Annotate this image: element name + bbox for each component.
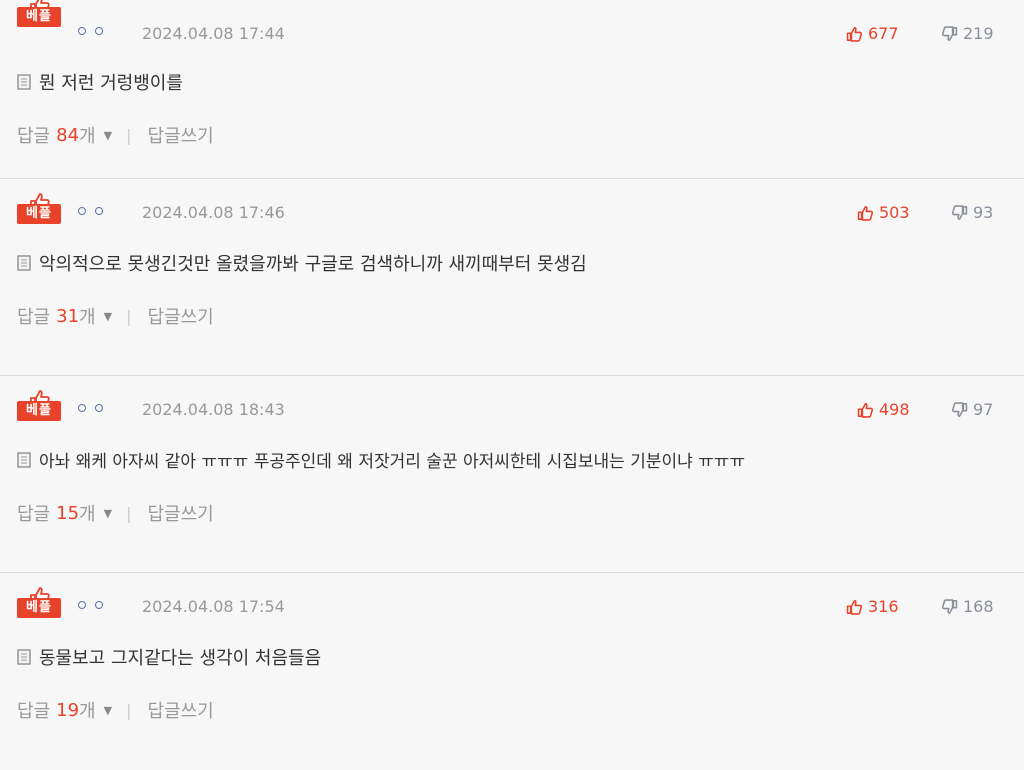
- reply-unit: 개: [79, 701, 96, 722]
- author-circle: [78, 27, 86, 35]
- like-button[interactable]: 503: [857, 203, 910, 222]
- author-circles-icon[interactable]: [78, 404, 103, 412]
- comment-body: 악의적으로 못생긴것만 올렸을까봐 구글로 검색하니까 새끼때부터 못생김: [17, 250, 587, 276]
- comment-body: 동물보고 그지같다는 생각이 처음들음: [17, 644, 321, 670]
- like-count: 503: [879, 203, 910, 222]
- comment-item: 베플 2024.04.08 18:43 498 97 아놔 왜케 아자씨 같아 …: [0, 376, 1024, 573]
- reply-count: 15: [56, 502, 80, 524]
- best-badge: 베플: [17, 401, 61, 421]
- caret-down-icon: ▼: [103, 506, 113, 520]
- like-icon: [857, 402, 874, 418]
- dislike-icon: [951, 401, 968, 417]
- reply-toggle[interactable]: 답글 15 개 ▼: [17, 500, 112, 526]
- dislike-icon: [951, 204, 968, 220]
- write-reply-link[interactable]: 답글쓰기: [147, 500, 213, 526]
- like-button[interactable]: 316: [846, 597, 899, 616]
- comment-date: 2024.04.08 17:44: [142, 24, 285, 43]
- comment-body: 아놔 왜케 아자씨 같아 ㅠㅠㅠ 푸공주인데 왜 저잣거리 술꾼 아저씨한테 시…: [17, 447, 745, 472]
- separator: |: [126, 306, 132, 326]
- author-circle: [95, 207, 103, 215]
- comment-text: 뭔 저런 거렁뱅이를: [39, 73, 183, 94]
- author-circle: [78, 404, 86, 412]
- reply-label: 답글: [17, 701, 51, 722]
- reply-bar: 답글 15 개 ▼ | 답글쓰기: [17, 500, 214, 526]
- author-circles-icon[interactable]: [78, 601, 103, 609]
- separator: |: [126, 125, 132, 145]
- write-reply-link[interactable]: 답글쓰기: [147, 697, 213, 723]
- comment-date: 2024.04.08 17:54: [142, 597, 285, 616]
- best-badge-group: 베플: [17, 390, 61, 422]
- best-badge: 베플: [17, 598, 61, 618]
- dislike-icon: [941, 598, 958, 614]
- reply-count: 84: [56, 124, 80, 146]
- caret-down-icon: ▼: [103, 309, 113, 323]
- dislike-count: 168: [963, 597, 994, 616]
- dislike-icon: [941, 25, 958, 41]
- author-circle: [78, 207, 86, 215]
- author-circles-icon[interactable]: [78, 207, 103, 215]
- memo-icon: [17, 255, 31, 271]
- dislike-button[interactable]: 168: [941, 597, 994, 616]
- reply-bar: 답글 31 개 ▼ | 답글쓰기: [17, 303, 214, 329]
- memo-icon: [17, 649, 31, 665]
- memo-icon: [17, 74, 31, 90]
- like-icon: [846, 26, 863, 42]
- write-reply-link[interactable]: 답글쓰기: [147, 122, 213, 148]
- reply-label: 답글: [17, 307, 51, 328]
- comment-date: 2024.04.08 17:46: [142, 203, 285, 222]
- like-button[interactable]: 498: [857, 400, 910, 419]
- like-count: 316: [868, 597, 899, 616]
- reply-toggle[interactable]: 답글 84 개 ▼: [17, 122, 112, 148]
- reply-count: 31: [56, 305, 80, 327]
- separator: |: [126, 700, 132, 720]
- comment-text: 동물보고 그지같다는 생각이 처음들음: [39, 648, 322, 669]
- dislike-count: 97: [973, 400, 994, 419]
- caret-down-icon: ▼: [103, 128, 113, 142]
- best-badge-group: 베플: [17, 587, 61, 619]
- comment-text: 악의적으로 못생긴것만 올렸을까봐 구글로 검색하니까 새끼때부터 못생김: [39, 254, 587, 275]
- dislike-count: 93: [973, 203, 994, 222]
- reply-unit: 개: [79, 504, 96, 525]
- best-badge: 베플: [17, 204, 61, 224]
- comment-list: 베플 2024.04.08 17:44 677 219 뭔 저런 거렁뱅이를 답…: [0, 0, 1024, 770]
- reply-toggle[interactable]: 답글 31 개 ▼: [17, 303, 112, 329]
- like-icon: [846, 599, 863, 615]
- write-reply-link[interactable]: 답글쓰기: [147, 303, 213, 329]
- dislike-button[interactable]: 93: [951, 203, 993, 222]
- best-badge-group: 베플: [17, 193, 61, 225]
- author-circle: [95, 404, 103, 412]
- reply-count: 19: [56, 699, 80, 721]
- like-icon: [857, 205, 874, 221]
- like-button[interactable]: 677: [846, 24, 899, 43]
- dislike-button[interactable]: 219: [941, 24, 994, 43]
- memo-icon: [17, 451, 31, 468]
- best-badge: 베플: [17, 7, 61, 27]
- comment-date: 2024.04.08 18:43: [142, 400, 285, 419]
- comment-item: 베플 2024.04.08 17:46 503 93 악의적으로 못생긴것만 올…: [0, 179, 1024, 376]
- reply-label: 답글: [17, 126, 51, 147]
- reply-unit: 개: [79, 126, 96, 147]
- reply-bar: 답글 84 개 ▼ | 답글쓰기: [17, 122, 214, 148]
- dislike-count: 219: [963, 24, 994, 43]
- dislike-button[interactable]: 97: [951, 400, 993, 419]
- reply-label: 답글: [17, 504, 51, 525]
- caret-down-icon: ▼: [103, 703, 113, 717]
- best-badge-group: 베플: [17, 0, 61, 28]
- reply-bar: 답글 19 개 ▼ | 답글쓰기: [17, 697, 214, 723]
- comment-item: 베플 2024.04.08 17:54 316 168 동물보고 그지같다는 생…: [0, 573, 1024, 770]
- author-circle: [95, 601, 103, 609]
- comment-item: 베플 2024.04.08 17:44 677 219 뭔 저런 거렁뱅이를 답…: [0, 0, 1024, 179]
- comment-body: 뭔 저런 거렁뱅이를: [17, 69, 183, 95]
- comment-text: 아놔 왜케 아자씨 같아 ㅠㅠㅠ 푸공주인데 왜 저잣거리 술꾼 아저씨한테 시…: [39, 452, 746, 472]
- like-count: 498: [879, 400, 910, 419]
- author-circles-icon[interactable]: [78, 27, 103, 35]
- author-circle: [95, 27, 103, 35]
- reply-unit: 개: [79, 307, 96, 328]
- reply-toggle[interactable]: 답글 19 개 ▼: [17, 697, 112, 723]
- separator: |: [126, 503, 132, 523]
- like-count: 677: [868, 24, 899, 43]
- author-circle: [78, 601, 86, 609]
